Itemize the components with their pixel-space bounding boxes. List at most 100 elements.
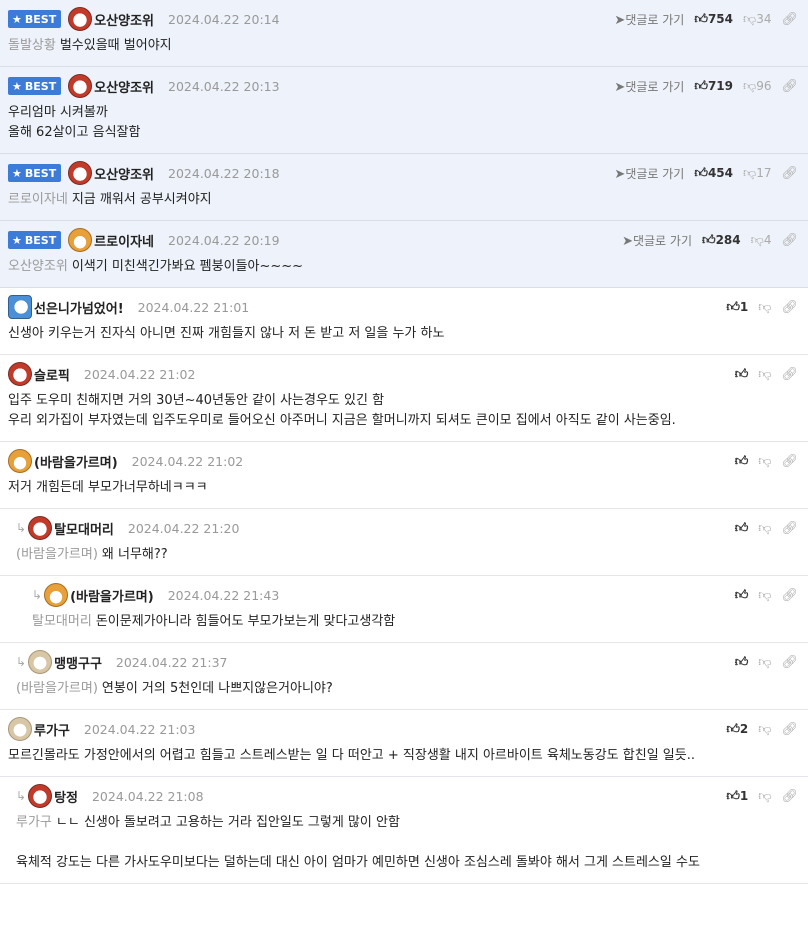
upvote-button[interactable]: 👍︎ bbox=[735, 454, 749, 469]
thumbs-up-icon: 👍︎ bbox=[734, 453, 749, 469]
avatar[interactable] bbox=[68, 161, 93, 185]
avatar[interactable] bbox=[8, 717, 32, 741]
thumbs-down-icon: 👎︎ bbox=[758, 721, 772, 737]
reply-target[interactable]: 오산양조위 bbox=[8, 259, 68, 274]
comment-date: 2024.04.22 20:19 bbox=[168, 232, 280, 248]
downvote-button[interactable]: 👎︎ 4 bbox=[751, 233, 772, 248]
thumbs-down-icon: 👎︎ bbox=[758, 654, 772, 670]
link-icon[interactable]: 🔗︎ bbox=[781, 79, 798, 94]
avatar[interactable] bbox=[28, 650, 53, 674]
comment-item: (바람을가르며) 2024.04.22 21:02 👍︎ 👎︎ 🔗︎ 저거 개힘든데 … bbox=[0, 442, 808, 509]
comment-nickname[interactable]: 오산양조위 bbox=[94, 164, 154, 183]
upvote-button[interactable]: 👍︎ bbox=[735, 521, 749, 536]
downvote-button[interactable]: 👎︎ 34 bbox=[743, 12, 771, 27]
comment-tools: ➤ 댓글로 가기 👍︎ 454 👎︎ 17 🔗︎ bbox=[614, 162, 798, 184]
link-icon[interactable]: 🔗︎ bbox=[781, 166, 798, 181]
avatar[interactable] bbox=[68, 74, 93, 98]
comment-line: (바람을가르며) 왜 너무해?? bbox=[16, 547, 168, 562]
thumbs-up-icon: 👍︎ bbox=[726, 721, 740, 737]
send-arrow-icon: ➤ bbox=[614, 79, 626, 95]
upvote-button[interactable]: 👍︎ 1 bbox=[726, 300, 748, 315]
avatar[interactable] bbox=[28, 516, 53, 540]
link-icon[interactable]: 🔗︎ bbox=[781, 454, 798, 469]
downvote-button[interactable]: 👎︎ bbox=[758, 521, 771, 536]
downvote-button[interactable]: 👎︎ 17 bbox=[743, 166, 771, 181]
comment-nickname[interactable]: 오산양조위 bbox=[94, 10, 154, 29]
avatar[interactable] bbox=[8, 449, 32, 473]
comment-date: 2024.04.22 21:37 bbox=[115, 654, 228, 670]
thumbs-down-icon: 👎︎ bbox=[758, 788, 772, 804]
comment-tools: 👍︎ 1 👎︎ 🔗︎ bbox=[726, 785, 798, 807]
reply-target[interactable]: (바람을가르며) bbox=[16, 547, 98, 562]
comment-nickname[interactable]: 루가구 bbox=[34, 720, 70, 739]
downvote-button[interactable]: 👎︎ bbox=[758, 722, 771, 737]
reply-target[interactable]: (바람을가르며) bbox=[16, 681, 98, 696]
comment-body: 모르긴몰라도 가정안에서의 어렵고 힘들고 스트레스받는 일 다 떠안고 + 직… bbox=[8, 746, 800, 766]
upvote-button[interactable]: 👍︎ 719 bbox=[694, 79, 733, 94]
comment-body: 돌발상황 벌수있을때 벌어야지 bbox=[8, 36, 800, 56]
comment-nickname[interactable]: 선은니가넘었어! bbox=[34, 298, 124, 317]
avatar[interactable] bbox=[28, 784, 53, 808]
goto-comment-link[interactable]: ➤ 댓글로 가기 bbox=[614, 165, 684, 182]
comment-nickname[interactable]: (바람을가르며) bbox=[34, 452, 118, 471]
downvote-button[interactable]: 👎︎ bbox=[758, 300, 771, 315]
upvote-button[interactable]: 👍︎ bbox=[735, 588, 749, 603]
link-icon[interactable]: 🔗︎ bbox=[781, 521, 798, 536]
best-badge-label: BEST bbox=[24, 233, 57, 247]
link-icon[interactable]: 🔗︎ bbox=[781, 789, 798, 804]
upvote-button[interactable]: 👍︎ 1 bbox=[726, 789, 748, 804]
link-icon[interactable]: 🔗︎ bbox=[781, 233, 798, 248]
comment-nickname[interactable]: 탕정 bbox=[54, 787, 78, 806]
comment-line: 육체적 강도는 다른 가사도우미보다는 덜하는데 대신 아이 엄마가 예민하면 … bbox=[16, 855, 700, 870]
comment-nickname[interactable]: 르로이자네 bbox=[94, 231, 154, 250]
goto-comment-link[interactable]: ➤ 댓글로 가기 bbox=[622, 232, 692, 249]
upvote-button[interactable]: 👍︎ 754 bbox=[694, 12, 733, 27]
downvote-button[interactable]: 👎︎ bbox=[758, 655, 771, 670]
link-icon[interactable]: 🔗︎ bbox=[781, 722, 798, 737]
comment-nickname[interactable]: 오산양조위 bbox=[94, 77, 154, 96]
comment-header: ↳ 맹맹구구 2024.04.22 21:37 👍︎ 👎︎ 🔗︎ bbox=[16, 650, 800, 674]
downvote-button[interactable]: 👎︎ bbox=[758, 367, 771, 382]
reply-target[interactable]: 돌발상황 bbox=[8, 38, 56, 53]
downvote-button[interactable]: 👎︎ bbox=[758, 454, 771, 469]
link-icon[interactable]: 🔗︎ bbox=[781, 588, 798, 603]
avatar[interactable] bbox=[68, 7, 93, 31]
avatar[interactable] bbox=[44, 583, 69, 607]
comment-body: 입주 도우미 친해지면 거의 30년~40년동안 같이 사는경우도 있긴 함 우리… bbox=[8, 391, 800, 431]
avatar[interactable] bbox=[8, 362, 32, 386]
upvote-button[interactable]: 👍︎ bbox=[735, 367, 749, 382]
comment-nickname[interactable]: 탈모대머리 bbox=[54, 519, 114, 538]
thumbs-down-icon: 👎︎ bbox=[758, 299, 772, 315]
comment-item: ↳ (바람을가르며) 2024.04.22 21:43 👍︎ 👎︎ 🔗︎ 탈모대머리 돈이… bbox=[0, 576, 808, 643]
avatar[interactable] bbox=[8, 295, 32, 319]
reply-arrow-icon: ↳ bbox=[32, 588, 43, 602]
avatar[interactable] bbox=[68, 228, 93, 252]
star-icon: ★ bbox=[12, 166, 22, 180]
downvote-button[interactable]: 👎︎ 96 bbox=[743, 79, 771, 94]
link-icon[interactable]: 🔗︎ bbox=[781, 367, 798, 382]
reply-target[interactable]: 루가구 bbox=[16, 815, 52, 830]
link-icon[interactable]: 🔗︎ bbox=[781, 655, 798, 670]
link-icon[interactable]: 🔗︎ bbox=[781, 12, 798, 27]
upvote-button[interactable]: 👍︎ bbox=[735, 655, 749, 670]
comment-line: 우리 외가집이 부자였는데 입주도우미로 들어오신 아주머니 지금은 할머니까지… bbox=[8, 413, 676, 428]
reply-target[interactable]: 탈모대머리 bbox=[32, 614, 92, 629]
goto-comment-link[interactable]: ➤ 댓글로 가기 bbox=[614, 11, 684, 28]
downvote-button[interactable]: 👎︎ bbox=[758, 588, 771, 603]
downvote-button[interactable]: 👎︎ bbox=[758, 789, 771, 804]
comment-nickname[interactable]: 슬로픽 bbox=[34, 365, 70, 384]
best-badge-label: BEST bbox=[24, 12, 57, 26]
comment-body: 오산양조위 이색기 미친색긴가봐요 펨붕이들아~~~~ bbox=[8, 257, 800, 277]
link-icon[interactable]: 🔗︎ bbox=[781, 300, 798, 315]
comment-tools: ➤ 댓글로 가기 👍︎ 719 👎︎ 96 🔗︎ bbox=[614, 75, 798, 97]
send-arrow-icon: ➤ bbox=[614, 12, 626, 28]
upvote-button[interactable]: 👍︎ 454 bbox=[694, 166, 733, 181]
comment-nickname[interactable]: (바람을가르며) bbox=[70, 586, 154, 605]
reply-target[interactable]: 르로이자네 bbox=[8, 192, 68, 207]
goto-comment-link[interactable]: ➤ 댓글로 가기 bbox=[614, 78, 684, 95]
upvote-button[interactable]: 👍︎ 284 bbox=[702, 233, 741, 248]
upvote-button[interactable]: 👍︎ 2 bbox=[726, 722, 748, 737]
comment-nickname[interactable]: 맹맹구구 bbox=[54, 653, 102, 672]
thumbs-down-icon: 👎︎ bbox=[758, 520, 772, 536]
comment-tools: 👍︎ 👎︎ 🔗︎ bbox=[735, 363, 798, 385]
